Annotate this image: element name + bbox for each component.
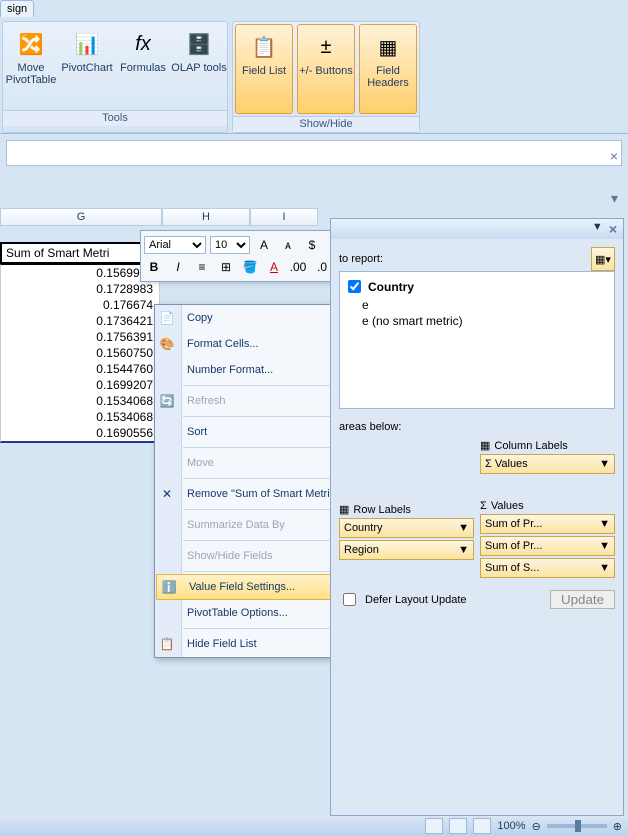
field-e[interactable]: e xyxy=(344,297,610,313)
format-cells-icon: 🎨 xyxy=(158,335,176,353)
refresh-icon: 🔄 xyxy=(158,392,176,410)
zoom-level[interactable]: 100% xyxy=(497,820,525,832)
sum-pr-pill-1[interactable]: Sum of Pr...▼ xyxy=(480,514,615,534)
view-layout-icon[interactable] xyxy=(449,818,467,834)
field-list-button[interactable]: 📋 Field List xyxy=(235,24,293,114)
borders-icon[interactable]: ⊞ xyxy=(216,258,236,276)
font-size-select[interactable]: 10 xyxy=(210,236,250,254)
pivot-header-cell[interactable]: Sum of Smart Metri xyxy=(0,242,162,264)
accounting-format-icon[interactable]: $ xyxy=(302,236,322,254)
areas-label: areas below: xyxy=(339,421,615,433)
chevron-down-icon: ▼ xyxy=(458,522,469,534)
copy-icon: 📄 xyxy=(158,309,176,327)
field-headers-button[interactable]: ▦ Field Headers xyxy=(359,24,417,114)
country-pill[interactable]: Country▼ xyxy=(339,518,474,538)
value-cell[interactable]: 0.176674 xyxy=(0,297,160,313)
ribbon-group-tools: 🔀 Move PivotTable 📊 PivotChart fx Formul… xyxy=(2,21,228,133)
column-labels-header: ▦Column Labels xyxy=(480,439,615,452)
defer-row: Defer Layout Update Update xyxy=(339,590,615,609)
pivotchart-button[interactable]: 📊 PivotChart xyxy=(59,22,115,110)
panel-header: ▼ × xyxy=(331,219,623,239)
row-labels-header: ▦Row Labels xyxy=(339,503,474,516)
ribbon-group-showhide: 📋 Field List ± +/- Buttons ▦ Field Heade… xyxy=(232,21,420,133)
chevron-down-icon[interactable]: ▾ xyxy=(611,190,618,207)
bold-button[interactable]: B xyxy=(144,258,164,276)
value-field-icon: ℹ️ xyxy=(160,578,178,596)
value-cell[interactable]: 0.1690556 xyxy=(0,425,160,443)
hide-list-icon: 📋 xyxy=(158,635,176,653)
zoom-slider[interactable] xyxy=(547,824,607,828)
status-bar: 100% ⊖ ⊕ xyxy=(0,816,628,836)
defer-label: Defer Layout Update xyxy=(365,594,467,606)
font-color-icon[interactable]: A xyxy=(264,258,284,276)
chevron-down-icon: ▼ xyxy=(458,544,469,556)
plusminus-icon: ± xyxy=(310,31,342,63)
col-header-g[interactable]: G xyxy=(0,208,162,226)
field-headers-icon: ▦ xyxy=(372,31,404,63)
panel-dropdown-icon[interactable]: ▼ xyxy=(592,221,603,237)
field-list-icon: 📋 xyxy=(248,31,280,63)
formulas-button[interactable]: fx Formulas xyxy=(115,22,171,110)
formula-bar[interactable] xyxy=(6,140,622,166)
chevron-down-icon: ▼ xyxy=(599,458,610,470)
values-pill[interactable]: Σ Values▼ xyxy=(480,454,615,474)
row-labels-icon: ▦ xyxy=(339,503,349,516)
value-cell[interactable]: 0.1544760 xyxy=(0,361,160,377)
value-cell[interactable]: 0.1569985 xyxy=(0,264,160,281)
ribbon: 🔀 Move PivotTable 📊 PivotChart fx Formul… xyxy=(0,17,628,134)
view-pagebreak-icon[interactable] xyxy=(473,818,491,834)
ribbon-tab[interactable]: sign xyxy=(0,0,34,17)
update-button[interactable]: Update xyxy=(550,590,615,609)
value-cell[interactable]: 0.1756391 xyxy=(0,329,160,345)
value-cell[interactable]: 0.1534068 xyxy=(0,393,160,409)
value-cell[interactable]: 0.1560750 xyxy=(0,345,160,361)
font-select[interactable]: Arial xyxy=(144,236,206,254)
col-header-h[interactable]: H xyxy=(162,208,250,226)
remove-icon: ✕ xyxy=(158,485,176,503)
olap-tools-button[interactable]: 🗄️ OLAP tools xyxy=(171,22,227,110)
formulas-icon: fx xyxy=(127,28,159,60)
chevron-down-icon: ▼ xyxy=(599,562,610,574)
field-country-checkbox[interactable] xyxy=(348,280,361,293)
italic-button[interactable]: I xyxy=(168,258,188,276)
value-cell[interactable]: 0.1699207 xyxy=(0,377,160,393)
field-nosmart[interactable]: e (no smart metric) xyxy=(344,313,610,329)
decrease-decimal-icon[interactable]: .0 xyxy=(312,258,332,276)
field-list-box[interactable]: Country e e (no smart metric) xyxy=(339,271,615,409)
move-pivottable-icon: 🔀 xyxy=(15,28,47,60)
zoom-in-icon[interactable]: ⊕ xyxy=(613,820,622,833)
move-pivottable-button[interactable]: 🔀 Move PivotTable xyxy=(3,22,59,110)
values-header: ΣValues xyxy=(480,500,615,512)
plusminus-buttons-button[interactable]: ± +/- Buttons xyxy=(297,24,355,114)
chevron-down-icon: ▼ xyxy=(599,518,610,530)
pivot-field-list-panel: ▼ × to report: ▦▾ Country e e (no smart … xyxy=(330,218,624,816)
center-align-icon[interactable]: ≡ xyxy=(192,258,212,276)
olap-icon: 🗄️ xyxy=(183,28,215,60)
column-labels-icon: ▦ xyxy=(480,439,490,452)
close-icon[interactable]: × xyxy=(610,148,618,164)
group-label-tools: Tools xyxy=(3,110,227,126)
sum-pr-pill-2[interactable]: Sum of Pr...▼ xyxy=(480,536,615,556)
field-country[interactable]: Country xyxy=(344,276,610,297)
increase-decimal-icon[interactable]: .00 xyxy=(288,258,308,276)
panel-close-icon[interactable]: × xyxy=(609,221,617,237)
panel-to-report-label: to report: xyxy=(339,253,383,265)
panel-layout-button[interactable]: ▦▾ xyxy=(591,247,615,271)
grow-font-icon[interactable]: A xyxy=(254,236,274,254)
value-cell[interactable]: 0.1736421 xyxy=(0,313,160,329)
pivotchart-icon: 📊 xyxy=(71,28,103,60)
shrink-font-icon[interactable]: ᴀ xyxy=(278,236,298,254)
chevron-down-icon: ▼ xyxy=(599,540,610,552)
value-cell[interactable]: 0.1534068 xyxy=(0,409,160,425)
view-normal-icon[interactable] xyxy=(425,818,443,834)
col-header-i[interactable]: I xyxy=(250,208,318,226)
defer-checkbox[interactable] xyxy=(343,593,356,606)
region-pill[interactable]: Region▼ xyxy=(339,540,474,560)
sum-s-pill[interactable]: Sum of S...▼ xyxy=(480,558,615,578)
group-label-showhide: Show/Hide xyxy=(233,116,419,132)
zoom-out-icon[interactable]: ⊖ xyxy=(532,820,541,833)
fill-color-icon[interactable]: 🪣 xyxy=(240,258,260,276)
value-cell[interactable]: 0.1728983 xyxy=(0,281,160,297)
